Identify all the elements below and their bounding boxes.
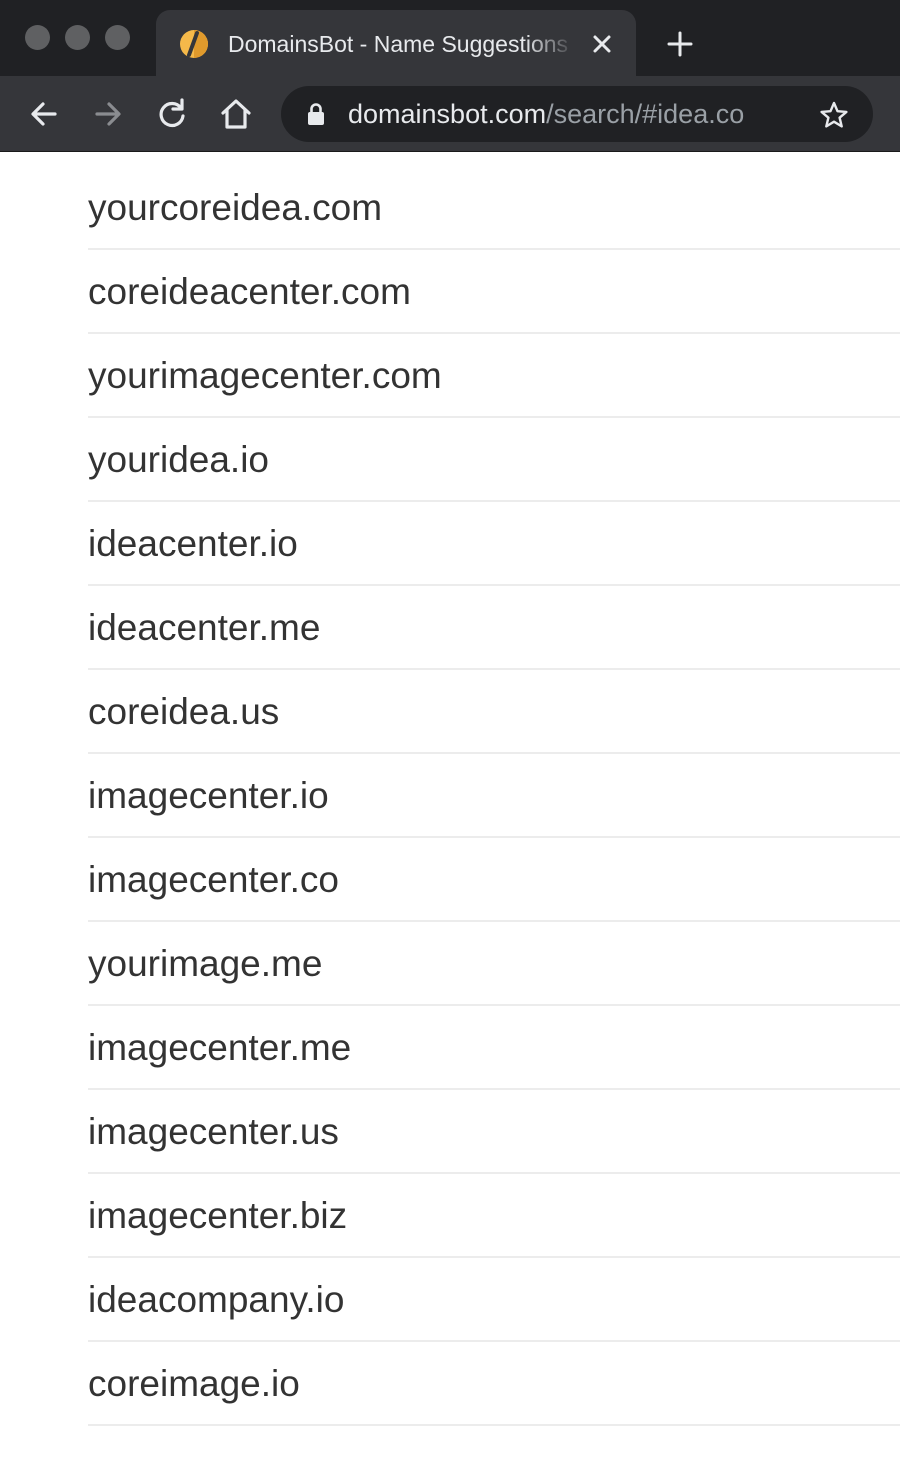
domain-name[interactable]: youridea.io	[88, 438, 269, 482]
browser-chrome: DomainsBot - Name Suggestions domainsbot…	[0, 0, 900, 152]
domain-suggestion-list: yourcoreidea.com coreideacenter.com your…	[88, 166, 900, 1426]
plus-icon[interactable]	[664, 28, 696, 60]
domain-suggestion-item[interactable]: imagecenter.biz	[88, 1174, 900, 1258]
domain-name[interactable]: coreidea.us	[88, 690, 279, 734]
domain-name[interactable]: imagecenter.us	[88, 1110, 339, 1154]
maximize-window-button[interactable]	[105, 25, 130, 50]
domain-suggestion-item[interactable]: coreimage.io	[88, 1342, 900, 1426]
arrow-left-icon[interactable]	[26, 96, 62, 132]
domain-suggestion-item[interactable]: yourcoreidea.com	[88, 166, 900, 250]
domain-suggestion-item[interactable]: coreideacenter.com	[88, 250, 900, 334]
domain-suggestion-item[interactable]: yourimagecenter.com	[88, 334, 900, 418]
domain-name[interactable]: imagecenter.me	[88, 1026, 351, 1070]
star-icon[interactable]	[819, 100, 849, 130]
domain-suggestion-item[interactable]: ideacenter.io	[88, 502, 900, 586]
domain-suggestion-item[interactable]: imagecenter.me	[88, 1006, 900, 1090]
home-icon[interactable]	[218, 96, 254, 132]
address-bar[interactable]: domainsbot.com/search/#idea.co	[281, 86, 873, 142]
domain-name[interactable]: imagecenter.io	[88, 774, 329, 818]
domain-name[interactable]: ideacompany.io	[88, 1278, 344, 1322]
minimize-window-button[interactable]	[65, 25, 90, 50]
domain-name[interactable]: yourcoreidea.com	[88, 186, 382, 230]
close-window-button[interactable]	[25, 25, 50, 50]
close-icon[interactable]	[588, 30, 616, 58]
domain-name[interactable]: coreimage.io	[88, 1362, 300, 1406]
domain-name[interactable]: yourimage.me	[88, 942, 322, 986]
domain-suggestion-item[interactable]: coreidea.us	[88, 670, 900, 754]
domain-name[interactable]: ideacenter.io	[88, 522, 298, 566]
arrow-right-icon[interactable]	[90, 96, 126, 132]
tab-strip: DomainsBot - Name Suggestions	[0, 0, 900, 76]
domain-suggestion-item[interactable]: imagecenter.us	[88, 1090, 900, 1174]
domain-suggestion-item[interactable]: ideacompany.io	[88, 1258, 900, 1342]
tab-active[interactable]: DomainsBot - Name Suggestions	[156, 10, 636, 76]
domain-name[interactable]: coreideacenter.com	[88, 270, 411, 314]
domain-suggestion-item[interactable]: ideacenter.me	[88, 586, 900, 670]
url-host: domainsbot.com	[348, 99, 547, 129]
url-path: /search/#idea.co	[546, 99, 745, 129]
tab-title: DomainsBot - Name Suggestions	[228, 31, 569, 57]
reload-icon[interactable]	[154, 96, 190, 132]
lock-icon[interactable]	[305, 102, 327, 126]
domain-name[interactable]: imagecenter.co	[88, 858, 339, 902]
domain-suggestion-item[interactable]: imagecenter.co	[88, 838, 900, 922]
domainsbot-logo-icon	[180, 30, 208, 58]
domain-suggestion-item[interactable]: youridea.io	[88, 418, 900, 502]
toolbar: domainsbot.com/search/#idea.co	[0, 76, 900, 152]
domain-suggestion-item[interactable]: imagecenter.io	[88, 754, 900, 838]
domain-name[interactable]: ideacenter.me	[88, 606, 320, 650]
page-content: yourcoreidea.com coreideacenter.com your…	[0, 152, 900, 1460]
url-text[interactable]: domainsbot.com/search/#idea.co	[348, 98, 798, 130]
domain-name[interactable]: imagecenter.biz	[88, 1194, 347, 1238]
domain-name[interactable]: yourimagecenter.com	[88, 354, 442, 398]
domain-suggestion-item[interactable]: yourimage.me	[88, 922, 900, 1006]
